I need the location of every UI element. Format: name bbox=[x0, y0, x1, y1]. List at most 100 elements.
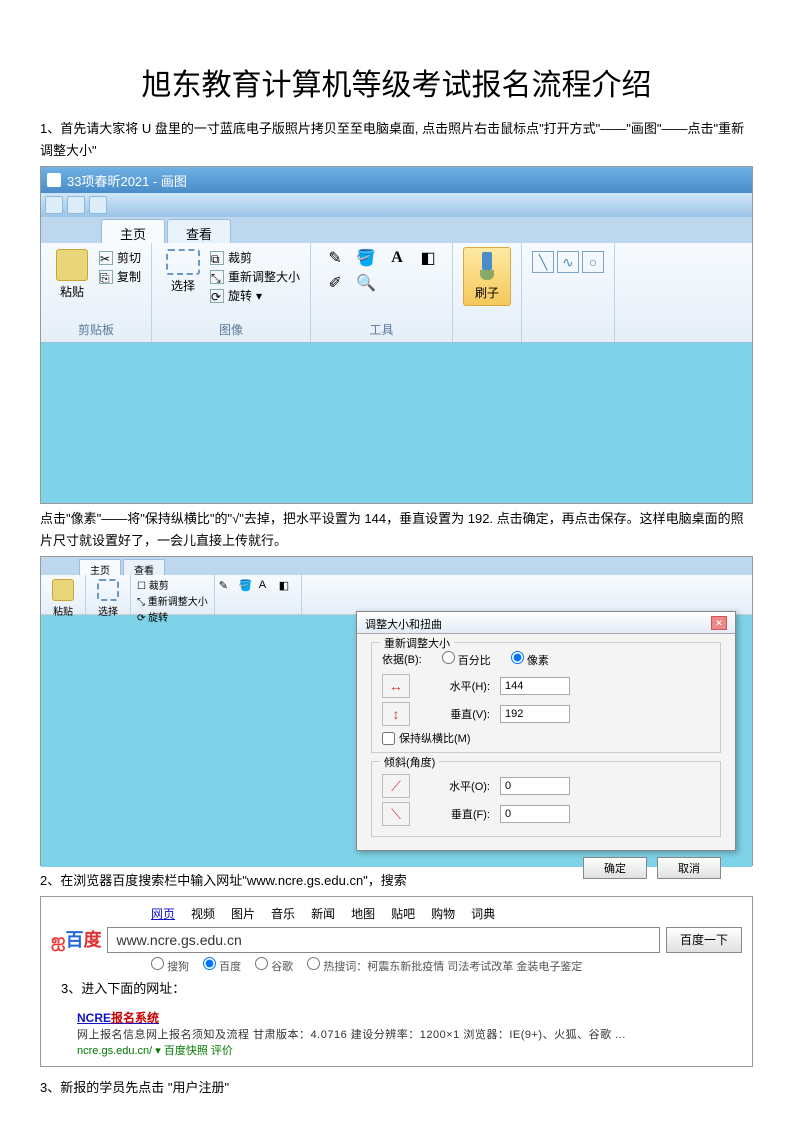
baidu-tab-tieba[interactable]: 贴吧 bbox=[391, 905, 415, 922]
baidu-tab-shop[interactable]: 购物 bbox=[431, 905, 455, 922]
close-icon[interactable]: ✕ bbox=[711, 616, 727, 630]
qat-redo-icon[interactable] bbox=[89, 196, 107, 214]
scissors-icon: ✂ bbox=[99, 251, 113, 265]
crop-button[interactable]: ⧉裁剪 bbox=[210, 249, 300, 266]
tab-home-small[interactable]: 主页 bbox=[79, 559, 121, 575]
baidu-tab-web[interactable]: 网页 bbox=[151, 905, 175, 922]
zoom-icon[interactable]: 🔍 bbox=[352, 272, 380, 294]
resize-icon: ⤡ bbox=[210, 270, 224, 284]
window-title-text: 33项春昕2021 - 画图 bbox=[67, 171, 187, 190]
brush-button[interactable]: 刷子 bbox=[463, 247, 511, 306]
tab-view[interactable]: 查看 bbox=[167, 219, 231, 243]
shape-line-icon[interactable]: ╲ bbox=[532, 251, 554, 273]
opt-baidu[interactable]: 百度 bbox=[203, 957, 241, 974]
tab-home[interactable]: 主页 bbox=[101, 219, 165, 243]
search-button[interactable]: 百度一下 bbox=[666, 927, 742, 953]
radio-percent[interactable]: 百分比 bbox=[442, 651, 491, 668]
step-3a-text: 3、进入下面的网址： bbox=[61, 978, 742, 1000]
paste-button-small[interactable]: 粘贴 bbox=[47, 577, 79, 618]
paint-screenshot-1: 33项春昕2021 - 画图 主页 查看 粘贴 ✂剪切 ⎘复制 剪贴板 bbox=[40, 166, 753, 504]
h-input[interactable] bbox=[500, 677, 570, 695]
rotate-button[interactable]: ⟳旋转▾ bbox=[210, 287, 300, 304]
document-title: 旭东教育计算机等级考试报名流程介绍 bbox=[40, 60, 753, 104]
paint-canvas[interactable] bbox=[41, 343, 752, 503]
select-button[interactable]: 选择 bbox=[162, 247, 204, 294]
group-tools: ✎ 🪣 A ◧ ✐ 🔍 工具 bbox=[311, 243, 453, 342]
baidu-tab-map[interactable]: 地图 bbox=[351, 905, 375, 922]
copy-button[interactable]: ⎘复制 bbox=[99, 268, 141, 285]
resize-label: 重新调整大小 bbox=[228, 268, 300, 285]
result-snippet: 网上报名信息网上报名须知及流程 甘肃版本：4.0716 建设分辨率：1200×1… bbox=[77, 1026, 742, 1042]
shape-oval-icon[interactable]: ○ bbox=[582, 251, 604, 273]
pencil-icon-small[interactable]: ✎ bbox=[219, 579, 237, 610]
dialog-titlebar: 调整大小和扭曲 ✕ bbox=[357, 612, 735, 634]
paste-button[interactable]: 粘贴 bbox=[51, 247, 93, 300]
text-icon[interactable]: A bbox=[383, 247, 411, 269]
v-swatch-icon: ↕ bbox=[382, 702, 410, 726]
opt-google[interactable]: 谷歌 bbox=[255, 957, 293, 974]
brush-icon bbox=[474, 252, 500, 282]
opt-sogou[interactable]: 搜狗 bbox=[151, 957, 189, 974]
baidu-tab-news[interactable]: 新闻 bbox=[311, 905, 335, 922]
keep-ratio-checkbox[interactable]: 保持纵横比(M) bbox=[382, 730, 710, 746]
text-icon-small[interactable]: A bbox=[259, 579, 277, 610]
ribbon-tabs: 主页 查看 bbox=[41, 217, 752, 243]
resize-section: 重新调整大小 依据(B): 百分比 像素 ↔ 水平(H): ↕ 垂直(V): 保… bbox=[371, 642, 721, 753]
baidu-logo: ஐ百度 bbox=[51, 926, 101, 953]
dialog-title-text: 调整大小和扭曲 bbox=[365, 616, 442, 629]
h-swatch-icon: ↔ bbox=[382, 674, 410, 698]
skew-section: 倾斜(角度) ⟋ 水平(O): ⟍ 垂直(F): bbox=[371, 761, 721, 837]
resize-small[interactable]: ⤡ 重新调整大小 bbox=[137, 593, 208, 608]
step-1b-text: 点击"像素"——将"保持纵横比"的"√"去掉，把水平设置为 144，垂直设置为 … bbox=[40, 508, 753, 552]
skew-h-input[interactable] bbox=[500, 777, 570, 795]
baidu-tab-image[interactable]: 图片 bbox=[231, 905, 255, 922]
by-label: 依据(B): bbox=[382, 651, 422, 668]
baidu-tabs: 网页 视频 图片 音乐 新闻 地图 贴吧 购物 词典 bbox=[151, 905, 742, 922]
select-button-small[interactable]: 选择 bbox=[92, 577, 124, 618]
clipboard-icon-small bbox=[52, 579, 74, 601]
group-clipboard-label: 剪贴板 bbox=[51, 321, 141, 338]
rotate-icon: ⟳ bbox=[210, 289, 224, 303]
fill-icon[interactable]: 🪣 bbox=[352, 247, 380, 269]
fill-icon-small[interactable]: 🪣 bbox=[239, 579, 257, 610]
eraser-icon-small[interactable]: ◧ bbox=[279, 579, 297, 610]
picker-icon[interactable]: ✐ bbox=[321, 272, 349, 294]
paste-label: 粘贴 bbox=[60, 283, 84, 300]
ok-button[interactable]: 确定 bbox=[583, 857, 647, 879]
opt-hot[interactable]: 热搜词：柯震东新批疫情 司法考试改革 金装电子鉴定 bbox=[307, 957, 582, 974]
resize-dialog: 调整大小和扭曲 ✕ 重新调整大小 依据(B): 百分比 像素 ↔ 水平(H): … bbox=[356, 611, 736, 851]
cancel-button[interactable]: 取消 bbox=[657, 857, 721, 879]
qat-undo-icon[interactable] bbox=[67, 196, 85, 214]
result-url: ncre.gs.edu.cn/ ▾ 百度快照 评价 bbox=[77, 1042, 742, 1058]
group-image: 选择 ⧉裁剪 ⤡重新调整大小 ⟳旋转▾ 图像 bbox=[152, 243, 311, 342]
h-label: 水平(H): bbox=[420, 678, 490, 694]
v-input[interactable] bbox=[500, 705, 570, 723]
tab-view-small[interactable]: 查看 bbox=[123, 559, 165, 575]
shape-curve-icon[interactable]: ∿ bbox=[557, 251, 579, 273]
paint-icon bbox=[47, 173, 61, 187]
eraser-icon[interactable]: ◧ bbox=[414, 247, 442, 269]
result-title[interactable]: NCRE报名系统 bbox=[77, 1009, 742, 1026]
baidu-tab-dict[interactable]: 词典 bbox=[471, 905, 495, 922]
v-label: 垂直(V): bbox=[420, 706, 490, 722]
crop-label: 裁剪 bbox=[228, 249, 252, 266]
pencil-icon[interactable]: ✎ bbox=[321, 247, 349, 269]
search-input[interactable] bbox=[107, 927, 660, 953]
resize-section-title: 重新调整大小 bbox=[380, 635, 454, 651]
select-icon bbox=[166, 249, 200, 275]
copy-label: 复制 bbox=[117, 268, 141, 285]
crop-small[interactable]: ☐ 裁剪 bbox=[137, 577, 208, 592]
group-shapes: ╲ ∿ ○ bbox=[522, 243, 615, 342]
search-result[interactable]: NCRE报名系统 网上报名信息网上报名须知及流程 甘肃版本：4.0716 建设分… bbox=[77, 1007, 742, 1060]
quick-access-toolbar bbox=[41, 193, 752, 217]
resize-button[interactable]: ⤡ 重新调整大小 bbox=[210, 268, 300, 285]
cut-button[interactable]: ✂剪切 bbox=[99, 249, 141, 266]
radio-pixels[interactable]: 像素 bbox=[511, 651, 549, 668]
rotate-label: 旋转 bbox=[228, 287, 252, 304]
qat-save-icon[interactable] bbox=[45, 196, 63, 214]
baidu-tab-music[interactable]: 音乐 bbox=[271, 905, 295, 922]
baidu-tab-video[interactable]: 视频 bbox=[191, 905, 215, 922]
skew-h-label: 水平(O): bbox=[420, 778, 490, 794]
rotate-small[interactable]: ⟳ 旋转 bbox=[137, 609, 208, 624]
skew-v-input[interactable] bbox=[500, 805, 570, 823]
